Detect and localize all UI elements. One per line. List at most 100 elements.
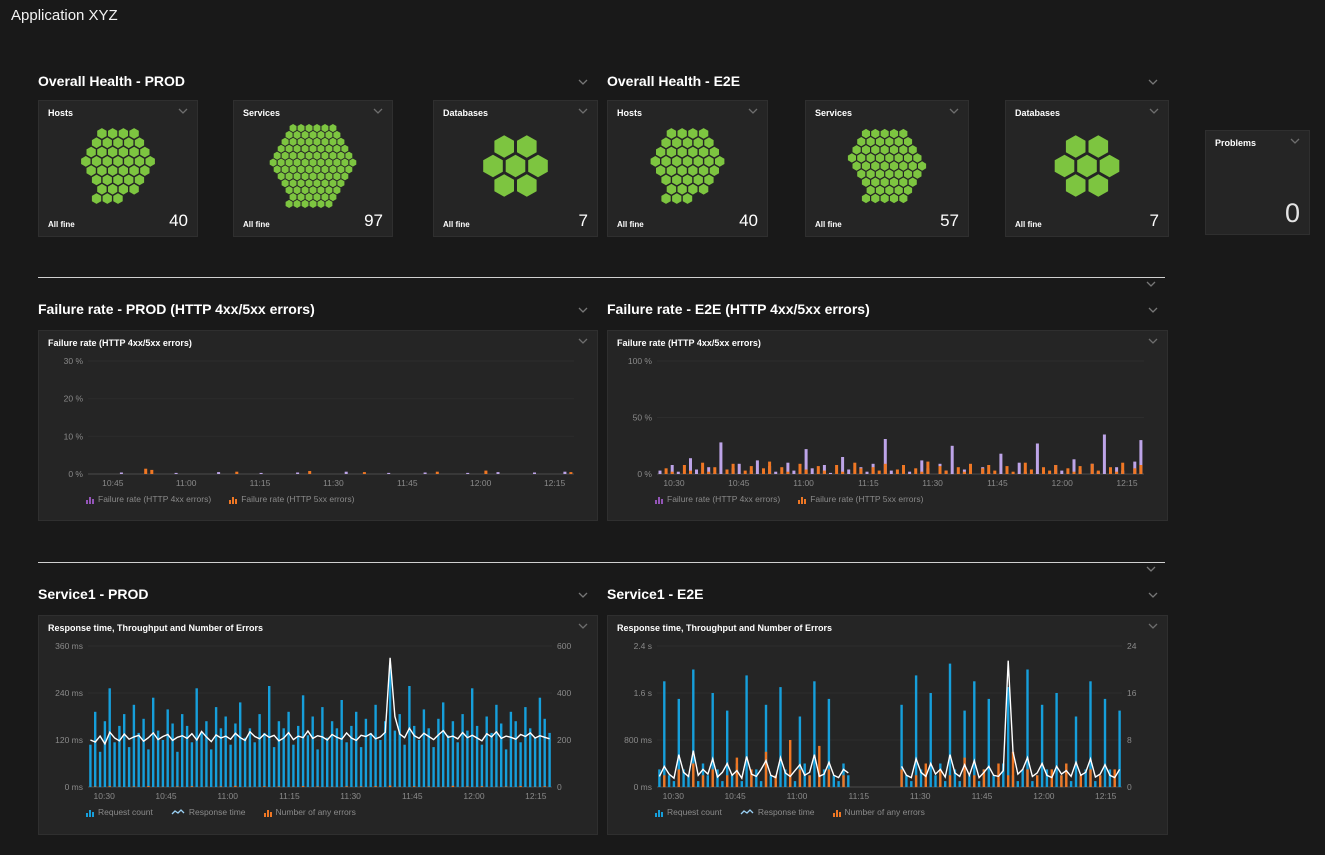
health-tile-services-prod[interactable]: Services All fine 97 (233, 100, 393, 237)
chevron-down-icon[interactable] (578, 108, 588, 114)
chevron-down-icon[interactable] (578, 307, 588, 313)
chevron-down-icon[interactable] (1290, 138, 1300, 144)
chevron-down-icon[interactable] (578, 623, 588, 629)
chart-legend: Failure rate (HTTP 4xx errors) Failure r… (48, 491, 588, 507)
chevron-down-icon[interactable] (1148, 592, 1158, 598)
svg-text:100 %: 100 % (628, 356, 653, 366)
status-label: All fine (617, 220, 644, 229)
chevron-down-icon[interactable] (1146, 566, 1156, 572)
svg-text:0: 0 (1127, 782, 1132, 792)
svg-text:0 ms: 0 ms (65, 782, 83, 792)
svg-text:11:45: 11:45 (397, 478, 418, 488)
svg-text:30 %: 30 % (64, 356, 84, 366)
hex-cluster (815, 123, 959, 209)
legend-label: Request count (98, 807, 153, 817)
failure-e2e-chart[interactable]: 0 %50 %100 %10:3010:4511:0011:1511:3011:… (617, 353, 1158, 489)
chevron-down-icon[interactable] (949, 108, 959, 114)
svg-text:12:00: 12:00 (1052, 478, 1074, 488)
service-e2e-tile[interactable]: Response time, Throughput and Number of … (607, 615, 1168, 835)
tile-title: Services (815, 108, 852, 118)
request-count-bars-icon (86, 809, 94, 817)
service-prod-chart[interactable]: 0 ms120 ms240 ms360 ms020040060010:3010:… (48, 638, 588, 802)
chevron-down-icon[interactable] (578, 338, 588, 344)
response-time-line-icon (740, 808, 754, 817)
svg-text:11:00: 11:00 (793, 478, 814, 488)
tile-title: Hosts (617, 108, 642, 118)
svg-text:10:45: 10:45 (724, 791, 746, 801)
svg-text:400: 400 (557, 688, 571, 698)
svg-text:11:00: 11:00 (176, 478, 197, 488)
failure-prod-chart[interactable]: 0 %10 %20 %30 %10:4511:0011:1511:3011:45… (48, 353, 588, 489)
health-tile-hosts-e2e[interactable]: Hosts All fine 40 (607, 100, 768, 237)
section-header-health-e2e: Overall Health - E2E (607, 73, 740, 89)
chevron-down-icon[interactable] (1148, 338, 1158, 344)
chevron-down-icon[interactable] (1146, 281, 1156, 287)
health-tile-hosts-prod[interactable]: Hosts All fine 40 (38, 100, 198, 237)
health-tile-services-e2e[interactable]: Services All fine 57 (805, 100, 969, 237)
count-value: 97 (364, 212, 383, 229)
legend-label: Failure rate (HTTP 4xx errors) (98, 494, 211, 504)
section-header-failure-prod: Failure rate - PROD (HTTP 4xx/5xx errors… (38, 301, 315, 317)
problems-tile[interactable]: Problems 0 (1205, 130, 1310, 235)
svg-text:0: 0 (557, 782, 562, 792)
section-header-failure-e2e: Failure rate - E2E (HTTP 4xx/5xx errors) (607, 301, 870, 317)
section-header-health-prod: Overall Health - PROD (38, 73, 185, 89)
status-label: All fine (443, 220, 470, 229)
hex-cluster (617, 123, 758, 209)
legend-label: Number of any errors (276, 807, 356, 817)
legend-item: Response time (171, 807, 246, 817)
chevron-down-icon[interactable] (1148, 623, 1158, 629)
legend-label: Request count (667, 807, 722, 817)
tile-title: Databases (443, 108, 488, 118)
failure-prod-tile[interactable]: Failure rate (HTTP 4xx/5xx errors) 0 %10… (38, 330, 598, 521)
svg-text:120 ms: 120 ms (55, 735, 83, 745)
svg-text:11:15: 11:15 (279, 791, 300, 801)
svg-text:240 ms: 240 ms (55, 688, 83, 698)
page-title: Application XYZ (11, 7, 118, 24)
failure-e2e-tile[interactable]: Failure rate (HTTP 4xx/5xx errors) 0 %50… (607, 330, 1168, 521)
svg-text:200: 200 (557, 735, 571, 745)
tile-title: Hosts (48, 108, 73, 118)
svg-text:12:15: 12:15 (544, 478, 566, 488)
service-e2e-chart[interactable]: 0 ms800 ms1.6 s2.4 s08162410:3010:4511:0… (617, 638, 1158, 802)
legend-label: Response time (189, 807, 246, 817)
errors-bars-icon (264, 809, 272, 817)
chevron-down-icon[interactable] (1149, 108, 1159, 114)
chevron-down-icon[interactable] (578, 79, 588, 85)
svg-text:11:15: 11:15 (250, 478, 271, 488)
chevron-down-icon[interactable] (178, 108, 188, 114)
chevron-down-icon[interactable] (748, 108, 758, 114)
service-prod-tile[interactable]: Response time, Throughput and Number of … (38, 615, 598, 835)
legend-item: Failure rate (HTTP 4xx errors) (655, 494, 780, 504)
svg-text:11:30: 11:30 (340, 791, 361, 801)
svg-text:2.4 s: 2.4 s (634, 641, 652, 651)
svg-text:11:00: 11:00 (217, 791, 238, 801)
svg-text:0 ms: 0 ms (634, 782, 652, 792)
count-value: 57 (940, 212, 959, 229)
chevron-down-icon[interactable] (578, 592, 588, 598)
chevron-down-icon[interactable] (373, 108, 383, 114)
status-label: All fine (815, 220, 842, 229)
chart-legend: Request count Response time Number of an… (48, 804, 588, 820)
failure-5xx-bars-icon (229, 496, 237, 504)
svg-text:11:45: 11:45 (402, 791, 423, 801)
count-value: 40 (739, 212, 758, 229)
chevron-down-icon[interactable] (1148, 79, 1158, 85)
health-tile-databases-e2e[interactable]: Databases All fine 7 (1005, 100, 1169, 237)
svg-text:10:30: 10:30 (663, 478, 685, 488)
chart-legend: Failure rate (HTTP 4xx errors) Failure r… (617, 491, 1158, 507)
section-divider (38, 277, 1165, 278)
legend-item: Number of any errors (264, 807, 356, 817)
legend-label: Failure rate (HTTP 5xx errors) (810, 494, 923, 504)
legend-item: Number of any errors (833, 807, 925, 817)
svg-text:600: 600 (557, 641, 571, 651)
health-tile-databases-prod[interactable]: Databases All fine 7 (433, 100, 598, 237)
errors-bars-icon (833, 809, 841, 817)
svg-text:24: 24 (1127, 641, 1137, 651)
failure-4xx-bars-icon (86, 496, 94, 504)
svg-text:10:45: 10:45 (728, 478, 750, 488)
hex-cluster (243, 123, 383, 209)
svg-text:12:15: 12:15 (1095, 791, 1117, 801)
chevron-down-icon[interactable] (1148, 307, 1158, 313)
tile-title: Databases (1015, 108, 1060, 118)
